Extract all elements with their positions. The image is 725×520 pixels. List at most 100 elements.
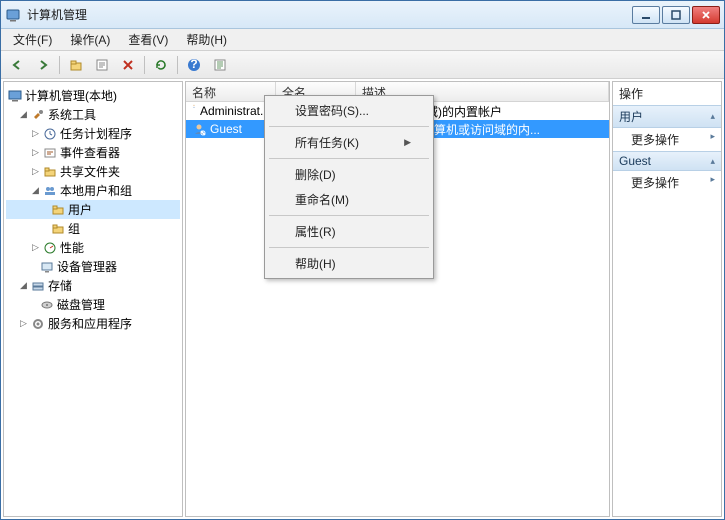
- tree-local-users-groups[interactable]: ◢ 本地用户和组: [6, 181, 180, 200]
- refresh-button[interactable]: [149, 54, 173, 76]
- expand-icon[interactable]: ▷: [31, 129, 40, 138]
- window-controls: [632, 6, 720, 24]
- help-button[interactable]: ?: [182, 54, 206, 76]
- ctx-all-tasks[interactable]: 所有任务(K)▶: [267, 130, 431, 155]
- tree-label: 服务和应用程序: [48, 315, 132, 332]
- tree-system-tools[interactable]: ◢ 系统工具: [6, 105, 180, 124]
- tools-icon: [31, 108, 45, 122]
- tree-label: 用户: [68, 201, 92, 218]
- ctx-label: 帮助(H): [295, 255, 336, 272]
- ctx-properties[interactable]: 属性(R): [267, 219, 431, 244]
- ctx-label: 删除(D): [295, 166, 336, 183]
- collapse-icon[interactable]: ◢: [31, 186, 40, 195]
- tree-pane[interactable]: 计算机管理(本地) ◢ 系统工具 ▷ 任务计划程序 ▷事件查看器 ▷ 共享文件夹 ◢ 本…: [3, 81, 183, 517]
- expand-icon[interactable]: ▷: [31, 243, 40, 252]
- toolbar-separator: [144, 56, 145, 74]
- column-name[interactable]: 名称: [186, 82, 276, 101]
- performance-icon: [43, 241, 57, 255]
- tree-disk-management[interactable]: 磁盘管理: [6, 295, 180, 314]
- tree-label: 组: [68, 220, 80, 237]
- folder-icon: [51, 222, 65, 236]
- ctx-separator: [269, 247, 429, 248]
- tree-label: 本地用户和组: [60, 182, 132, 199]
- context-menu: 设置密码(S)... 所有任务(K)▶ 删除(D) 重命名(M) 属性(R) 帮…: [264, 95, 434, 279]
- properties-button[interactable]: [90, 54, 114, 76]
- tree-task-scheduler[interactable]: ▷ 任务计划程序: [6, 124, 180, 143]
- menubar: 文件(F) 操作(A) 查看(V) 帮助(H): [1, 29, 724, 51]
- back-button[interactable]: [5, 54, 29, 76]
- tree-event-viewer[interactable]: ▷事件查看器: [6, 143, 180, 162]
- ctx-label: 属性(R): [295, 223, 336, 240]
- app-icon: [5, 7, 21, 23]
- actions-item-more-users[interactable]: 更多操作 ▸: [613, 128, 721, 151]
- export-button[interactable]: [208, 54, 232, 76]
- tree-root[interactable]: 计算机管理(本地): [6, 86, 180, 105]
- actions-item-more-guest[interactable]: 更多操作 ▸: [613, 171, 721, 194]
- ctx-label: 设置密码(S)...: [295, 102, 369, 119]
- services-icon: [31, 317, 45, 331]
- menu-view[interactable]: 查看(V): [120, 29, 176, 50]
- ctx-label: 重命名(M): [295, 191, 349, 208]
- tree-label: 系统工具: [48, 106, 96, 123]
- actions-section-guest[interactable]: Guest ▴: [613, 151, 721, 171]
- tree-users[interactable]: 用户: [6, 200, 180, 219]
- actions-section-label: 用户: [619, 108, 643, 125]
- tree-label: 共享文件夹: [60, 163, 120, 180]
- ctx-rename[interactable]: 重命名(M): [267, 187, 431, 212]
- window-title: 计算机管理: [27, 6, 632, 23]
- actions-header: 操作: [613, 82, 721, 105]
- tree-device-manager[interactable]: 设备管理器: [6, 257, 180, 276]
- tree-label: 任务计划程序: [60, 125, 132, 142]
- window-frame: 计算机管理 文件(F) 操作(A) 查看(V) 帮助(H) ? 计算: [0, 0, 725, 520]
- collapse-icon[interactable]: ◢: [19, 281, 28, 290]
- ctx-delete[interactable]: 删除(D): [267, 162, 431, 187]
- tree-performance[interactable]: ▷ 性能: [6, 238, 180, 257]
- menu-help[interactable]: 帮助(H): [178, 29, 235, 50]
- actions-section-users[interactable]: 用户 ▴: [613, 105, 721, 128]
- forward-button[interactable]: [31, 54, 55, 76]
- chevron-right-icon: ▸: [710, 174, 715, 185]
- cell-name: Guest: [210, 122, 242, 136]
- tree-shared-folders[interactable]: ▷ 共享文件夹: [6, 162, 180, 181]
- maximize-button[interactable]: [662, 6, 690, 24]
- ctx-separator: [269, 215, 429, 216]
- cell-name: Administrat...: [200, 104, 270, 118]
- computer-icon: [8, 89, 22, 103]
- toolbar: ?: [1, 51, 724, 79]
- toolbar-separator: [177, 56, 178, 74]
- tree-label: 磁盘管理: [57, 296, 105, 313]
- folder-icon: [51, 203, 65, 217]
- tree-services-apps[interactable]: ▷ 服务和应用程序: [6, 314, 180, 333]
- up-button[interactable]: [64, 54, 88, 76]
- user-disabled-icon: [192, 122, 206, 136]
- user-icon: [192, 104, 196, 118]
- users-groups-icon: [43, 184, 57, 198]
- ctx-set-password[interactable]: 设置密码(S)...: [267, 98, 431, 123]
- ctx-label: 所有任务(K): [295, 134, 359, 151]
- disk-icon: [40, 298, 54, 312]
- tree-label: 计算机管理(本地): [25, 87, 117, 104]
- ctx-separator: [269, 158, 429, 159]
- clock-icon: [43, 127, 57, 141]
- actions-item-label: 更多操作: [631, 176, 679, 190]
- close-button[interactable]: [692, 6, 720, 24]
- expand-icon[interactable]: ▷: [19, 319, 28, 328]
- event-icon: [43, 146, 57, 160]
- tree-storage[interactable]: ◢存储: [6, 276, 180, 295]
- expand-icon[interactable]: ▷: [31, 148, 40, 157]
- menu-action[interactable]: 操作(A): [62, 29, 118, 50]
- collapse-icon[interactable]: ◢: [19, 110, 28, 119]
- device-icon: [40, 260, 54, 274]
- menu-file[interactable]: 文件(F): [5, 29, 60, 50]
- expand-icon[interactable]: ▷: [31, 167, 40, 176]
- actions-item-label: 更多操作: [631, 133, 679, 147]
- minimize-button[interactable]: [632, 6, 660, 24]
- svg-text:?: ?: [190, 58, 197, 71]
- tree-groups[interactable]: 组: [6, 219, 180, 238]
- chevron-up-icon: ▴: [710, 111, 715, 122]
- tree-label: 性能: [60, 239, 84, 256]
- actions-section-label: Guest: [619, 154, 651, 168]
- storage-icon: [31, 279, 45, 293]
- delete-button[interactable]: [116, 54, 140, 76]
- ctx-help[interactable]: 帮助(H): [267, 251, 431, 276]
